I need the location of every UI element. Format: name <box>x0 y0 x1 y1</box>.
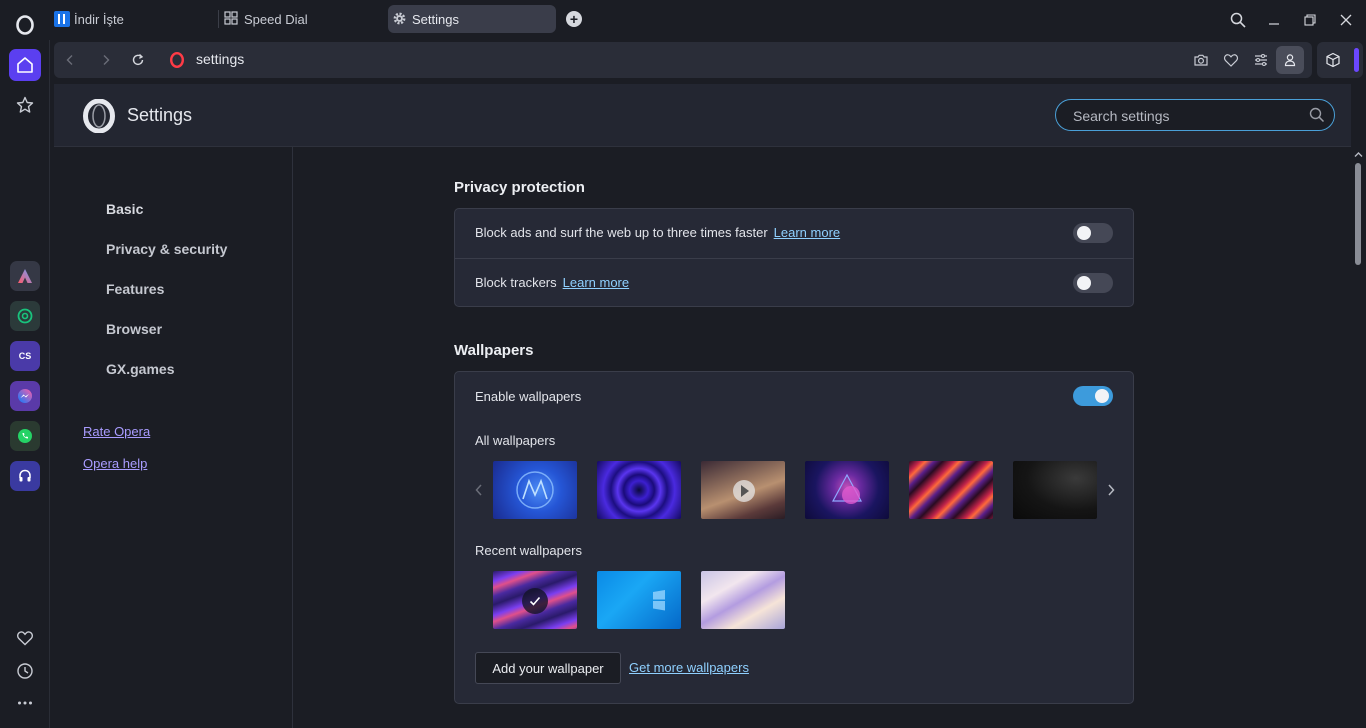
search-settings-box[interactable] <box>1055 99 1335 131</box>
close-icon[interactable] <box>1334 8 1358 32</box>
tab-strip: İndir İşte Speed Dial Settings + <box>50 0 1366 40</box>
address-bar: settings <box>54 42 1312 78</box>
sidebar: CS <box>0 0 50 728</box>
tab-settings[interactable]: Settings <box>388 5 556 33</box>
aria-ai-icon[interactable] <box>10 261 40 291</box>
grid-icon <box>224 11 240 27</box>
recent-wallpapers-label: Recent wallpapers <box>475 543 582 558</box>
minimize-icon[interactable] <box>1262 8 1286 32</box>
bookmark-heart-icon[interactable] <box>1219 48 1243 72</box>
block-ads-label: Block ads and surf the web up to three t… <box>475 225 840 240</box>
sidebar-accent-bar <box>1354 48 1359 72</box>
home-icon[interactable] <box>9 49 41 81</box>
recent-wallpaper-thumb[interactable] <box>701 571 785 629</box>
whatsapp-icon[interactable] <box>10 421 40 451</box>
block-ads-toggle[interactable] <box>1073 223 1113 243</box>
nav-item-browser[interactable]: Browser <box>106 321 162 337</box>
more-options-icon[interactable] <box>9 687 41 719</box>
tab-label: Settings <box>412 11 459 27</box>
reload-icon[interactable] <box>126 48 150 72</box>
chatgpt-icon[interactable] <box>10 301 40 331</box>
opera-site-icon <box>165 48 189 72</box>
rate-opera-link[interactable]: Rate Opera <box>83 424 150 439</box>
scrollbar-thumb[interactable] <box>1355 163 1361 265</box>
gear-icon <box>392 11 408 27</box>
nav-item-privacy-security[interactable]: Privacy & security <box>106 241 227 257</box>
back-icon[interactable] <box>58 48 82 72</box>
block-ads-text: Block ads and surf the web up to three t… <box>475 225 768 240</box>
extensions-cube-icon[interactable] <box>1321 48 1345 72</box>
block-ads-row: Block ads and surf the web up to three t… <box>455 209 1133 257</box>
enable-wallpapers-label: Enable wallpapers <box>475 389 582 404</box>
block-ads-learn-more-link[interactable]: Learn more <box>774 225 840 240</box>
privacy-protection-title: Privacy protection <box>454 179 585 196</box>
url-text[interactable]: settings <box>196 51 244 67</box>
tab-separator <box>218 10 219 28</box>
profile-user-icon[interactable] <box>1276 46 1304 74</box>
messenger-icon[interactable] <box>10 381 40 411</box>
cs-app-icon[interactable]: CS <box>10 341 40 371</box>
music-player-icon[interactable] <box>10 461 40 491</box>
snapshot-camera-icon[interactable] <box>1189 48 1213 72</box>
privacy-card: Block ads and surf the web up to three t… <box>454 208 1134 307</box>
recent-wallpaper-thumb[interactable] <box>597 571 681 629</box>
block-trackers-row: Block trackers Learn more <box>455 258 1133 306</box>
opera-help-link[interactable]: Opera help <box>83 456 147 471</box>
settings-nav: Basic Privacy & security Features Browse… <box>54 147 293 728</box>
opera-logo-icon[interactable] <box>12 12 38 38</box>
block-trackers-text: Block trackers <box>475 275 557 290</box>
tab-label: Speed Dial <box>244 11 308 27</box>
page-title: Settings <box>127 105 193 125</box>
favorites-heart-icon[interactable] <box>9 622 41 654</box>
wallpapers-title: Wallpapers <box>454 342 534 359</box>
forward-icon[interactable] <box>94 48 118 72</box>
wallpapers-next-chevron-icon[interactable] <box>1103 482 1119 498</box>
wallpaper-thumb[interactable] <box>909 461 993 519</box>
nav-item-features[interactable]: Features <box>106 281 164 297</box>
settings-content: Privacy protection Block ads and surf th… <box>294 147 1351 728</box>
wallpaper-thumb[interactable] <box>493 461 577 519</box>
search-tabs-icon[interactable] <box>1226 8 1250 32</box>
easy-setup-icon[interactable] <box>1249 48 1273 72</box>
settings-page: Settings Basic Privacy & security Featur… <box>54 84 1351 728</box>
wallpaper-thumb-video[interactable] <box>701 461 785 519</box>
block-trackers-label: Block trackers Learn more <box>475 275 629 290</box>
enable-wallpapers-toggle[interactable] <box>1073 386 1113 406</box>
nav-item-basic[interactable]: Basic <box>106 201 143 217</box>
get-more-wallpapers-link[interactable]: Get more wallpapers <box>629 660 749 675</box>
indir-favicon <box>54 11 70 27</box>
all-wallpapers-label: All wallpapers <box>475 433 556 448</box>
wallpaper-thumb[interactable] <box>805 461 889 519</box>
tab-speed-dial[interactable]: Speed Dial <box>224 5 384 33</box>
search-input[interactable] <box>1073 106 1303 126</box>
page-scrollbar[interactable] <box>1351 147 1366 728</box>
wallpaper-thumb[interactable] <box>597 461 681 519</box>
recent-wallpaper-thumb-selected[interactable] <box>493 571 577 629</box>
block-trackers-toggle[interactable] <box>1073 273 1113 293</box>
checkmark-icon <box>522 588 548 614</box>
history-clock-icon[interactable] <box>9 655 41 687</box>
scroll-up-arrow-icon[interactable] <box>1354 150 1363 159</box>
sidebar-divider <box>49 40 50 728</box>
play-icon <box>733 480 755 502</box>
wallpapers-card: Enable wallpapers All wallpapers Recent … <box>454 371 1134 704</box>
settings-header: Settings <box>54 84 1351 147</box>
opera-settings-logo-icon <box>82 98 116 134</box>
nav-item-gx-games[interactable]: GX.games <box>106 361 174 377</box>
block-trackers-learn-more-link[interactable]: Learn more <box>563 275 629 290</box>
restore-icon[interactable] <box>1298 8 1322 32</box>
tab-label: İndir İşte <box>74 11 124 27</box>
wallpapers-prev-chevron-icon[interactable] <box>471 482 487 498</box>
tab-indir-iste[interactable]: İndir İşte <box>54 5 214 33</box>
search-icon[interactable] <box>1309 107 1325 123</box>
bookmarks-star-icon[interactable] <box>9 89 41 121</box>
add-wallpaper-button[interactable]: Add your wallpaper <box>475 652 621 684</box>
new-tab-button[interactable]: + <box>566 11 582 27</box>
browser-window: CS İndir İşte Speed Dial Settings + sett… <box>0 0 1366 728</box>
wallpaper-thumb[interactable] <box>1013 461 1097 519</box>
